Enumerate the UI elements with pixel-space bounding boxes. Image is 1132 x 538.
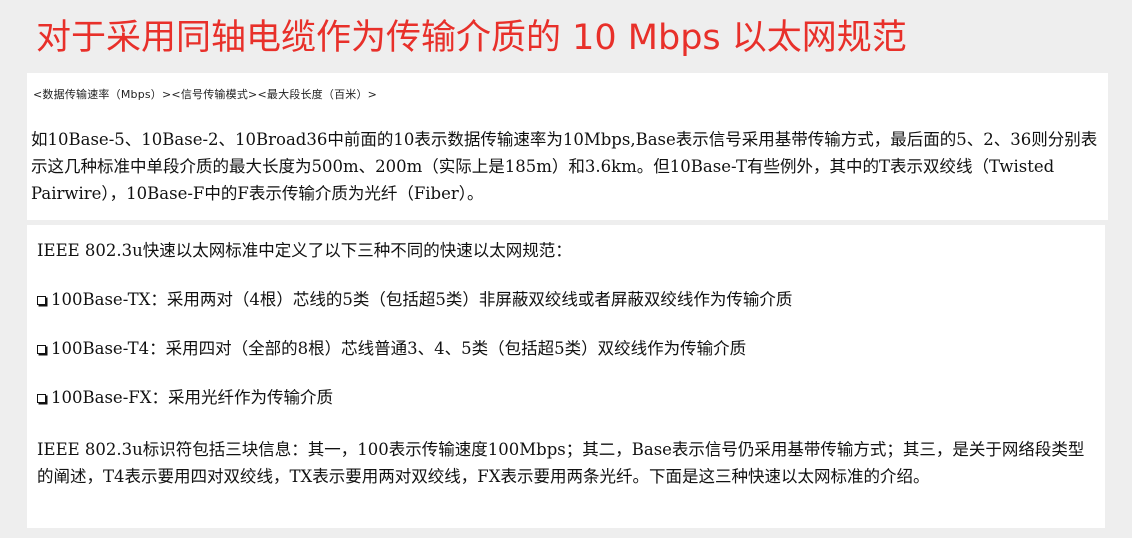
checkbox-icon bbox=[37, 394, 46, 403]
standard-item-text: 100Base-FX：采用光纤作为传输介质 bbox=[51, 388, 333, 407]
naming-convention-panel: <数据传输速率（Mbps）><信号传输模式><最大段长度（百米）> 如10Bas… bbox=[27, 73, 1108, 220]
standard-item-100base-fx: 100Base-FX：采用光纤作为传输介质 bbox=[37, 386, 333, 410]
fast-ethernet-heading: IEEE 802.3u快速以太网标准中定义了以下三种不同的快速以太网规范： bbox=[37, 241, 572, 260]
page-title: 对于采用同轴电缆作为传输介质的 10 Mbps 以太网规范 bbox=[36, 18, 907, 58]
identifier-explanation-paragraph: IEEE 802.3u标识符包括三块信息：其一，100表示传输速度100Mbps… bbox=[37, 440, 1085, 486]
checkbox-icon bbox=[37, 345, 46, 354]
standard-item-text: 100Base-TX：采用两对（4根）芯线的5类（包括超5类）非屏蔽双绞线或者屏… bbox=[51, 290, 793, 309]
standard-item-100base-t4: 100Base-T4：采用四对（全部的8根）芯线普通3、4、5类（包括超5类）双… bbox=[37, 337, 746, 361]
naming-explanation-paragraph: 如10Base-5、10Base-2、10Broad36中前面的10表示数据传输… bbox=[31, 130, 1098, 203]
checkbox-icon bbox=[37, 296, 46, 305]
standard-item-100base-tx: 100Base-TX：采用两对（4根）芯线的5类（包括超5类）非屏蔽双绞线或者屏… bbox=[37, 288, 792, 312]
naming-format-line: <数据传输速率（Mbps）><信号传输模式><最大段长度（百米）> bbox=[33, 88, 378, 101]
fast-ethernet-panel: IEEE 802.3u快速以太网标准中定义了以下三种不同的快速以太网规范： 10… bbox=[27, 225, 1105, 528]
standard-item-text: 100Base-T4：采用四对（全部的8根）芯线普通3、4、5类（包括超5类）双… bbox=[51, 339, 747, 358]
